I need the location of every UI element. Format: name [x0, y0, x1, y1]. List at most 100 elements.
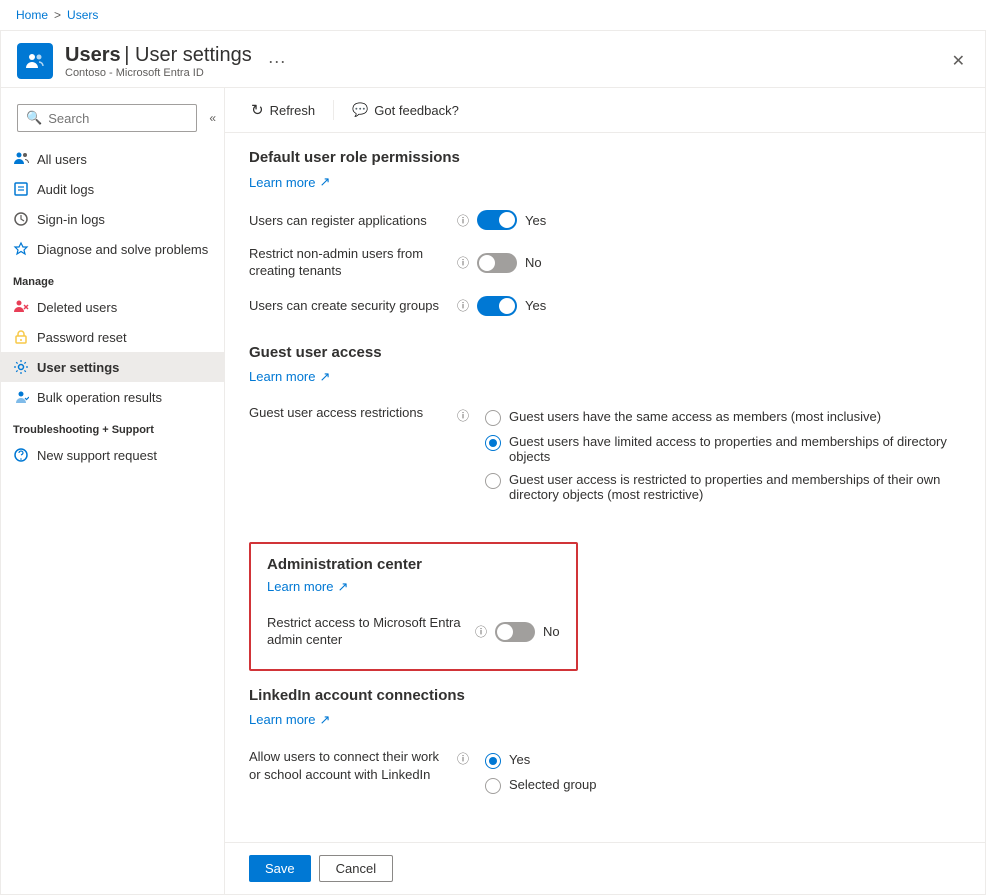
default-role-section: Default user role permissions Learn more… — [249, 149, 961, 324]
sidebar-item-user-settings[interactable]: User settings — [1, 352, 224, 382]
password-reset-icon — [13, 329, 29, 345]
learn-more-4[interactable]: Learn more ↗ — [249, 712, 961, 728]
guest-restrictions-options: Guest users have the same access as memb… — [485, 405, 961, 506]
refresh-label: Refresh — [270, 103, 316, 118]
toolbar: ↻ Refresh 💬 Got feedback? — [225, 88, 985, 133]
security-groups-info-icon[interactable]: ⓘ — [457, 297, 469, 314]
linkedin-radio-yes[interactable] — [485, 753, 501, 769]
new-support-label: New support request — [37, 448, 157, 463]
search-input[interactable] — [48, 111, 188, 126]
restrict-entra-info-icon[interactable]: ⓘ — [475, 623, 487, 640]
linkedin-info-icon[interactable]: ⓘ — [457, 750, 469, 767]
breadcrumb-current[interactable]: Users — [67, 8, 98, 22]
toolbar-divider — [333, 100, 334, 120]
troubleshoot-section-title: Troubleshooting + Support — [1, 412, 224, 440]
cancel-button[interactable]: Cancel — [319, 855, 393, 882]
diagnose-icon — [13, 241, 29, 257]
restrict-tenants-toggle[interactable] — [477, 253, 517, 273]
content-area: 🔍 « All users — [1, 88, 985, 894]
linkedin-radio-selected-group[interactable] — [485, 778, 501, 794]
all-users-icon — [13, 151, 29, 167]
sidebar-item-new-support[interactable]: New support request — [1, 440, 224, 470]
sidebar-item-audit-logs[interactable]: Audit logs — [1, 174, 224, 204]
admin-center-box: Administration center Learn more ↗ Restr… — [249, 542, 578, 671]
restrict-entra-value: No — [543, 624, 560, 639]
restrict-tenants-control: No — [477, 253, 542, 273]
save-button[interactable]: Save — [249, 855, 311, 882]
guest-radio-3[interactable] — [485, 473, 501, 489]
register-apps-control: Yes — [477, 210, 546, 230]
learn-more-3[interactable]: Learn more ↗ — [267, 579, 560, 595]
guest-restrictions-row: Guest user access restrictions ⓘ Guest u… — [249, 397, 961, 514]
feedback-label: Got feedback? — [374, 103, 459, 118]
register-apps-info-icon[interactable]: ⓘ — [457, 212, 469, 229]
guest-radio-1[interactable] — [485, 410, 501, 426]
learn-more-2[interactable]: Learn more ↗ — [249, 369, 961, 385]
admin-center-title: Administration center — [267, 556, 560, 573]
panel-subtitle: Contoso - Microsoft Entra ID — [65, 67, 252, 79]
external-link-icon-2: ↗ — [319, 369, 330, 385]
linkedin-yes-label: Yes — [509, 752, 596, 767]
sidebar-item-deleted-users[interactable]: Deleted users — [1, 292, 224, 322]
deleted-users-label: Deleted users — [37, 300, 117, 315]
manage-section-title: Manage — [1, 264, 224, 292]
guest-option-1-label: Guest users have the same access as memb… — [509, 409, 961, 424]
settings-content: Default user role permissions Learn more… — [225, 133, 985, 842]
restrict-entra-row: Restrict access to Microsoft Entra admin… — [267, 607, 560, 657]
linkedin-section: LinkedIn account connections Learn more … — [249, 687, 961, 806]
search-box[interactable]: 🔍 — [17, 104, 197, 132]
restrict-tenants-row: Restrict non-admin users from creating t… — [249, 238, 961, 288]
linkedin-selected-group-option[interactable]: Selected group — [485, 773, 596, 798]
guest-restrictions-info-icon[interactable]: ⓘ — [457, 407, 469, 424]
security-groups-label: Users can create security groups — [249, 298, 449, 313]
external-link-icon-4: ↗ — [319, 712, 330, 728]
guest-access-section: Guest user access Learn more ↗ Guest use… — [249, 344, 961, 514]
refresh-icon: ↻ — [251, 101, 264, 119]
linkedin-selected-group-label: Selected group — [509, 777, 596, 792]
linkedin-row: Allow users to connect their work or sch… — [249, 740, 961, 806]
linkedin-yes-option[interactable]: Yes — [485, 748, 596, 773]
sidebar-item-bulk-operations[interactable]: Bulk operation results — [1, 382, 224, 412]
guest-access-title: Guest user access — [249, 344, 961, 361]
sign-in-logs-icon — [13, 211, 29, 227]
guest-radio-2[interactable] — [485, 435, 501, 451]
feedback-button[interactable]: 💬 Got feedback? — [342, 97, 469, 123]
guest-restrictions-label: Guest user access restrictions — [249, 405, 449, 420]
register-apps-toggle[interactable] — [477, 210, 517, 230]
audit-logs-icon — [13, 181, 29, 197]
restrict-tenants-value: No — [525, 255, 542, 270]
guest-option-3-label: Guest user access is restricted to prope… — [509, 472, 961, 502]
diagnose-label: Diagnose and solve problems — [37, 242, 208, 257]
footer-buttons: Save Cancel — [225, 842, 985, 894]
breadcrumb-separator: > — [54, 8, 61, 22]
bulk-operations-icon — [13, 389, 29, 405]
panel-menu-dots[interactable]: ··· — [264, 47, 290, 76]
linkedin-label: Allow users to connect their work or sch… — [249, 748, 449, 784]
learn-more-1[interactable]: Learn more ↗ — [249, 174, 961, 190]
restrict-tenants-info-icon[interactable]: ⓘ — [457, 254, 469, 271]
register-apps-row: Users can register applications ⓘ Yes — [249, 202, 961, 238]
guest-option-2[interactable]: Guest users have limited access to prope… — [485, 430, 961, 468]
sidebar-item-all-users[interactable]: All users — [1, 144, 224, 174]
sign-in-logs-label: Sign-in logs — [37, 212, 105, 227]
linkedin-options: Yes Selected group — [485, 748, 596, 798]
panel-icon — [17, 43, 53, 79]
password-reset-label: Password reset — [37, 330, 127, 345]
guest-option-2-label: Guest users have limited access to prope… — [509, 434, 961, 464]
sidebar-item-password-reset[interactable]: Password reset — [1, 322, 224, 352]
sidebar-item-diagnose[interactable]: Diagnose and solve problems — [1, 234, 224, 264]
users-icon — [25, 51, 45, 71]
bulk-operations-label: Bulk operation results — [37, 390, 162, 405]
refresh-button[interactable]: ↻ Refresh — [241, 96, 325, 124]
breadcrumb-home[interactable]: Home — [16, 8, 48, 22]
audit-logs-label: Audit logs — [37, 182, 94, 197]
guest-option-1[interactable]: Guest users have the same access as memb… — [485, 405, 961, 430]
collapse-sidebar-button[interactable]: « — [209, 111, 216, 125]
restrict-entra-toggle[interactable] — [495, 622, 535, 642]
close-button[interactable]: ✕ — [948, 47, 969, 75]
panel-title: Users | User settings — [65, 44, 252, 67]
security-groups-toggle[interactable] — [477, 296, 517, 316]
sidebar-item-sign-in-logs[interactable]: Sign-in logs — [1, 204, 224, 234]
register-apps-value: Yes — [525, 213, 546, 228]
guest-option-3[interactable]: Guest user access is restricted to prope… — [485, 468, 961, 506]
